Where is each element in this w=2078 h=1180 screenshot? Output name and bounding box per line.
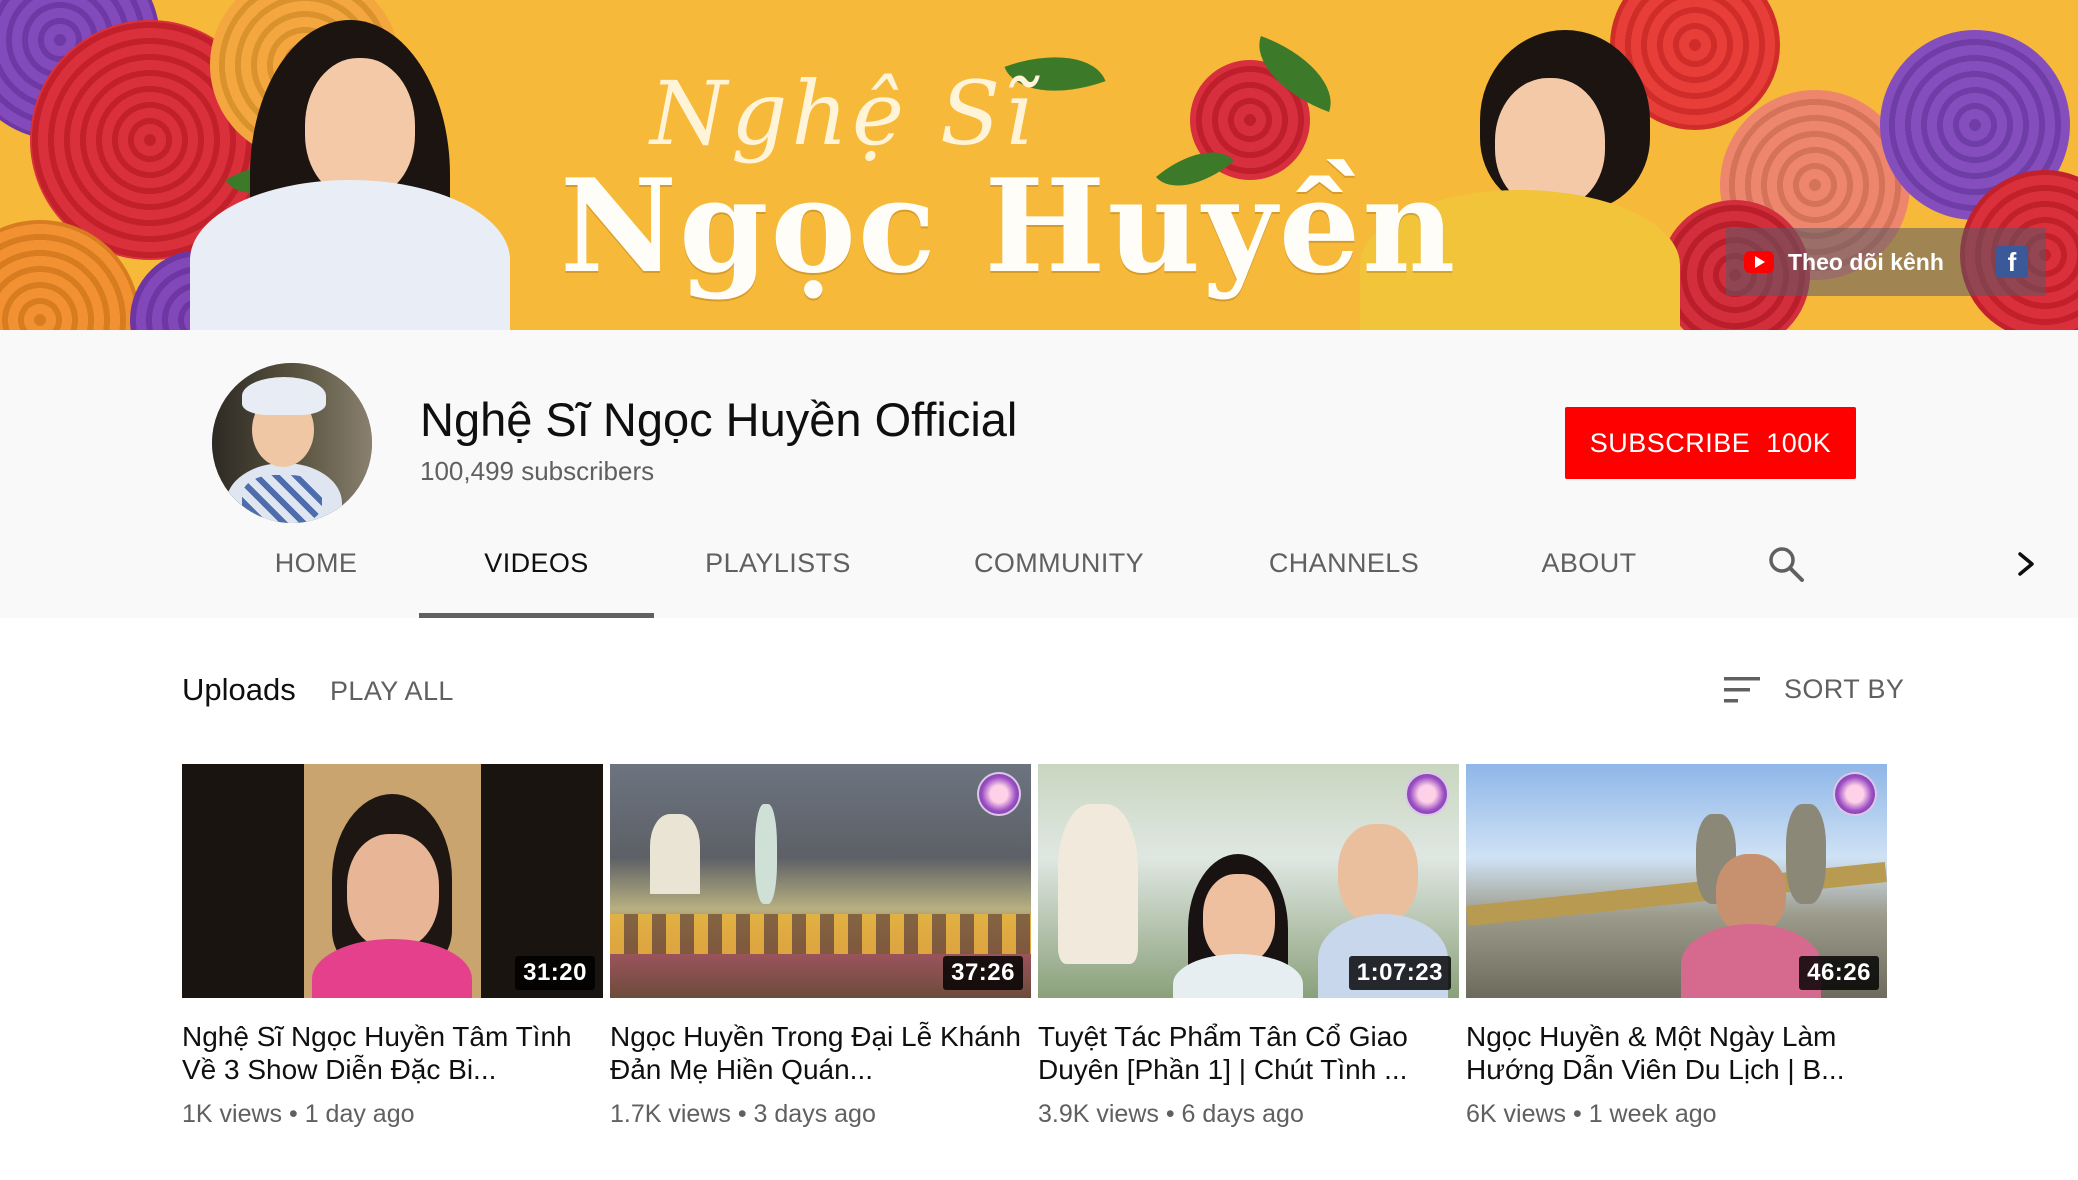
- video-views: 6K views: [1466, 1100, 1566, 1128]
- video-age: 1 week ago: [1589, 1100, 1717, 1128]
- section-title: Uploads: [182, 672, 296, 708]
- banner-main-title: Ngọc Huyền: [560, 152, 1457, 302]
- channel-header: Nghệ Sĩ Ngọc Huyền Official 100,499 subs…: [0, 330, 2078, 618]
- tab-playlists[interactable]: PLAYLISTS: [692, 508, 864, 618]
- channel-tabs: HOME VIDEOS PLAYLISTS COMMUNITY CHANNELS…: [0, 508, 2078, 618]
- channel-watermark: [977, 772, 1021, 816]
- video-card[interactable]: 31:20 Nghệ Sĩ Ngọc Huyền Tâm Tình Về 3 S…: [182, 764, 603, 1129]
- video-meta: 1K views • 1 day ago: [182, 1100, 603, 1129]
- channel-watermark: [1405, 772, 1449, 816]
- channel-watermark: [1833, 772, 1877, 816]
- banner-follow-link[interactable]: Theo dõi kênh f: [1726, 228, 2046, 296]
- video-title[interactable]: Nghệ Sĩ Ngọc Huyền Tâm Tình Về 3 Show Di…: [182, 1020, 603, 1086]
- video-title[interactable]: Ngọc Huyền & Một Ngày Làm Hướng Dẫn Viên…: [1466, 1020, 1887, 1086]
- follow-label: Theo dõi kênh: [1788, 249, 1982, 276]
- subscriber-count: 100,499 subscribers: [420, 456, 654, 487]
- video-thumbnail[interactable]: 1:07:23: [1038, 764, 1459, 998]
- video-views: 1.7K views: [610, 1100, 731, 1128]
- video-age: 3 days ago: [754, 1100, 876, 1128]
- video-thumbnail[interactable]: 46:26: [1466, 764, 1887, 998]
- video-meta: 1.7K views • 3 days ago: [610, 1100, 1031, 1129]
- sort-icon[interactable]: [1722, 674, 1762, 706]
- tab-videos[interactable]: VIDEOS: [419, 508, 654, 618]
- video-title[interactable]: Ngọc Huyền Trong Đại Lễ Khánh Đản Mẹ Hiề…: [610, 1020, 1031, 1086]
- video-title[interactable]: Tuyệt Tác Phẩm Tân Cổ Giao Duyên [Phần 1…: [1038, 1020, 1459, 1086]
- subscribe-label: SUBSCRIBE: [1590, 428, 1751, 459]
- video-duration: 1:07:23: [1349, 956, 1451, 990]
- video-thumbnail[interactable]: 37:26: [610, 764, 1031, 998]
- tab-about[interactable]: ABOUT: [1526, 508, 1652, 618]
- banner-script-title: Nghệ Sĩ: [650, 62, 1037, 165]
- video-views: 3.9K views: [1038, 1100, 1159, 1128]
- video-duration: 31:20: [515, 956, 595, 990]
- tab-community[interactable]: COMMUNITY: [958, 508, 1160, 618]
- video-meta: 6K views • 1 week ago: [1466, 1100, 1887, 1129]
- facebook-icon[interactable]: f: [1996, 246, 2028, 278]
- sort-by-button[interactable]: SORT BY: [1784, 674, 1904, 705]
- video-duration: 46:26: [1799, 956, 1879, 990]
- video-card[interactable]: 46:26 Ngọc Huyền & Một Ngày Làm Hướng Dẫ…: [1466, 764, 1887, 1129]
- subscribe-count: 100K: [1766, 428, 1831, 459]
- tab-channels[interactable]: CHANNELS: [1256, 508, 1432, 618]
- video-card[interactable]: 1:07:23 Tuyệt Tác Phẩm Tân Cổ Giao Duyên…: [1038, 764, 1459, 1129]
- chevron-right-icon[interactable]: [2008, 544, 2044, 584]
- video-meta: 3.9K views • 6 days ago: [1038, 1100, 1459, 1129]
- search-icon[interactable]: [1766, 544, 1806, 584]
- banner-portrait-left: [190, 20, 510, 330]
- channel-name: Nghệ Sĩ Ngọc Huyền Official: [420, 392, 1017, 447]
- play-all-button[interactable]: PLAY ALL: [330, 676, 454, 707]
- tab-home[interactable]: HOME: [262, 508, 370, 618]
- youtube-icon: [1744, 251, 1774, 273]
- video-thumbnail[interactable]: 31:20: [182, 764, 603, 998]
- channel-avatar[interactable]: [212, 363, 372, 523]
- video-duration: 37:26: [943, 956, 1023, 990]
- video-views: 1K views: [182, 1100, 282, 1128]
- video-card[interactable]: 37:26 Ngọc Huyền Trong Đại Lễ Khánh Đản …: [610, 764, 1031, 1129]
- video-age: 6 days ago: [1182, 1100, 1304, 1128]
- video-age: 1 day ago: [305, 1100, 415, 1128]
- channel-banner: Nghệ Sĩ Ngọc Huyền Theo dõi kênh f: [0, 0, 2078, 330]
- subscribe-button[interactable]: SUBSCRIBE 100K: [1565, 407, 1856, 479]
